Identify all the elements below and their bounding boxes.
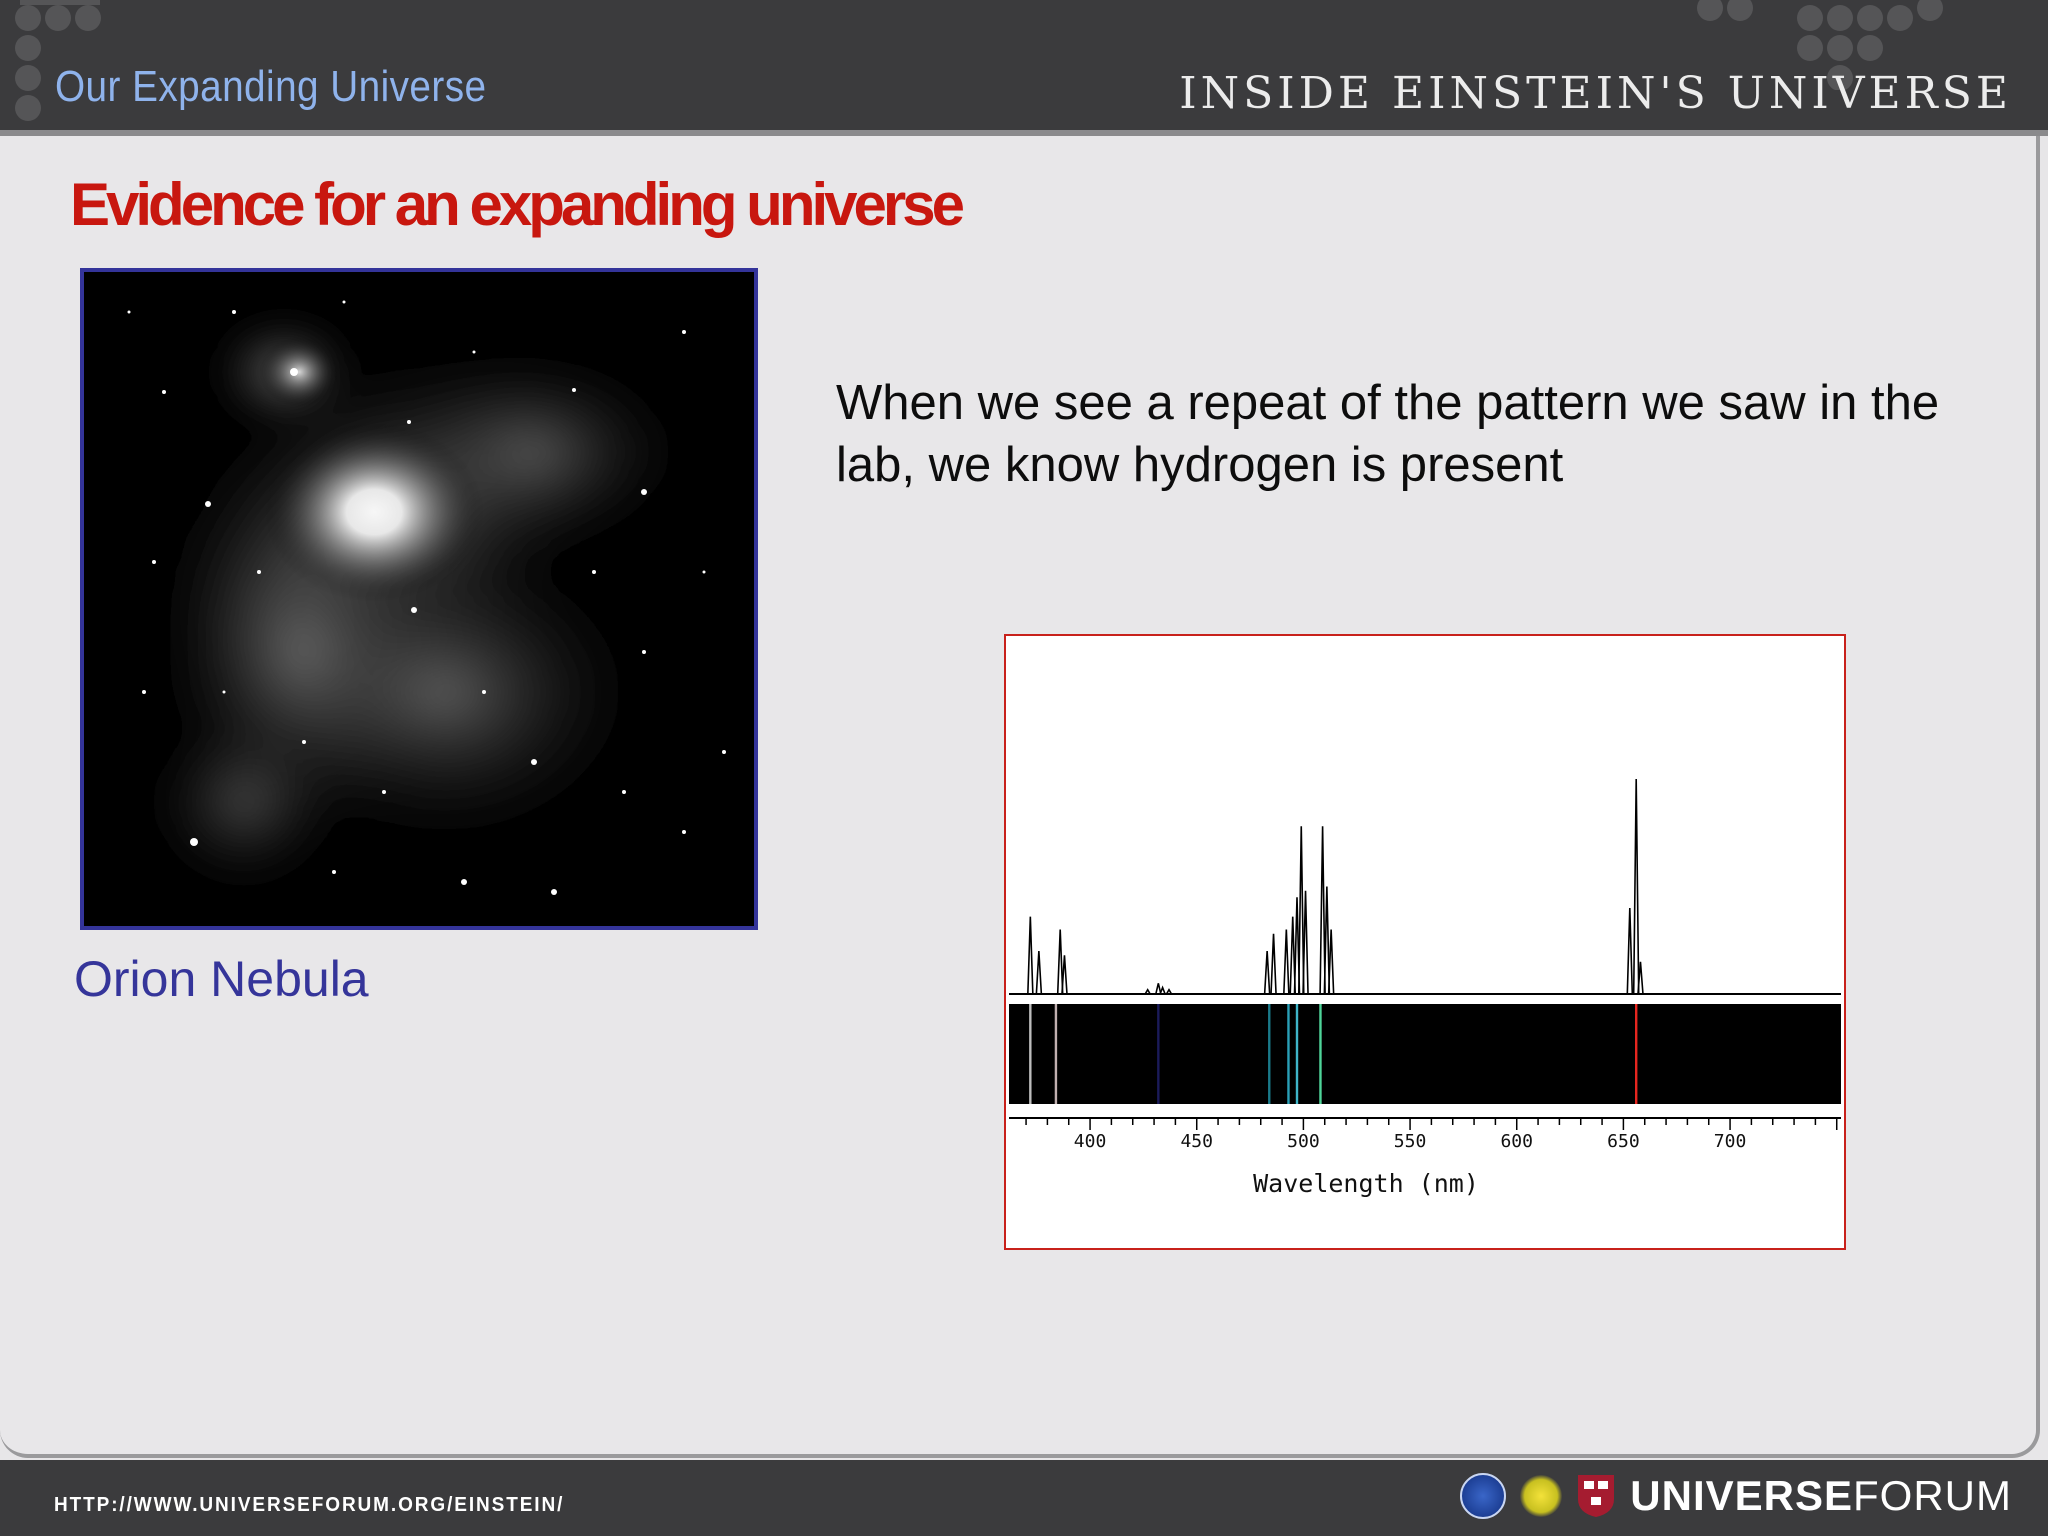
emission-line xyxy=(1157,1004,1160,1104)
spectrum-peak xyxy=(1626,907,1634,995)
footer-url[interactable]: HTTP://WWW.UNIVERSEFORUM.ORG/EINSTEIN/ xyxy=(54,1494,564,1517)
sponsor-logos: UNIVERSEFORUM xyxy=(1460,1468,2012,1524)
x-tick-label: 700 xyxy=(1714,1131,1747,1152)
x-tick-label: 650 xyxy=(1607,1131,1640,1152)
logo-thin-text: FORUM xyxy=(1853,1472,2012,1519)
logo-bold-text: UNIVERSE xyxy=(1630,1472,1854,1519)
header-bar: Our Expanding Universe INSIDE EINSTEIN'S… xyxy=(0,0,2048,136)
body-text: When we see a repeat of the pattern we s… xyxy=(836,376,1940,492)
orion-nebula-image xyxy=(80,268,758,930)
sun-logo-icon xyxy=(1520,1475,1563,1517)
spectrum-peak xyxy=(1061,955,1068,995)
spectrum-peak xyxy=(1027,916,1034,995)
harvard-shield-icon xyxy=(1578,1475,1615,1517)
spectrum-peak xyxy=(1283,929,1290,995)
universe-forum-logo: UNIVERSEFORUM xyxy=(1630,1472,2012,1520)
spectrum-peak xyxy=(1327,929,1335,995)
hydrogen-spectrum-chart: 400 450 500 550 600 650 700 Wavelength (nm) xyxy=(1004,634,1846,1250)
emission-line xyxy=(1054,1004,1058,1104)
emission-line xyxy=(1268,1004,1271,1104)
emission-line xyxy=(1295,1004,1299,1104)
emission-band xyxy=(1009,1004,1841,1104)
spectrum-peak xyxy=(1035,950,1043,995)
nebula-illustration xyxy=(84,272,754,926)
x-tick-label: 600 xyxy=(1500,1131,1533,1152)
slide-heading: Evidence for an expanding universe xyxy=(70,171,965,238)
spectrum-peak xyxy=(1263,950,1271,995)
x-axis-label: Wavelength (nm) xyxy=(1253,1169,1479,1198)
emission-line xyxy=(1319,1004,1322,1104)
x-tick-label: 400 xyxy=(1074,1131,1107,1152)
x-tick-label: 550 xyxy=(1394,1131,1427,1152)
x-tick-label: 450 xyxy=(1180,1131,1213,1152)
spectrum-peak xyxy=(1632,778,1640,995)
x-tick-label: 500 xyxy=(1287,1131,1320,1152)
spectrum-peak xyxy=(1270,933,1277,995)
nasa-logo-icon xyxy=(1460,1473,1507,1519)
emission-line xyxy=(1287,1004,1290,1104)
emission-line xyxy=(1029,1004,1032,1104)
section-title: Our Expanding Universe xyxy=(55,62,487,111)
spectrum-peak xyxy=(1302,890,1309,995)
brand-title: INSIDE EINSTEIN'S UNIVERSE xyxy=(1179,68,2012,119)
image-caption: Orion Nebula xyxy=(74,951,369,1007)
spectrum-svg: 400 450 500 550 600 650 700 Wavelength (nm) xyxy=(1009,778,1841,1198)
emission-line xyxy=(1635,1004,1638,1104)
